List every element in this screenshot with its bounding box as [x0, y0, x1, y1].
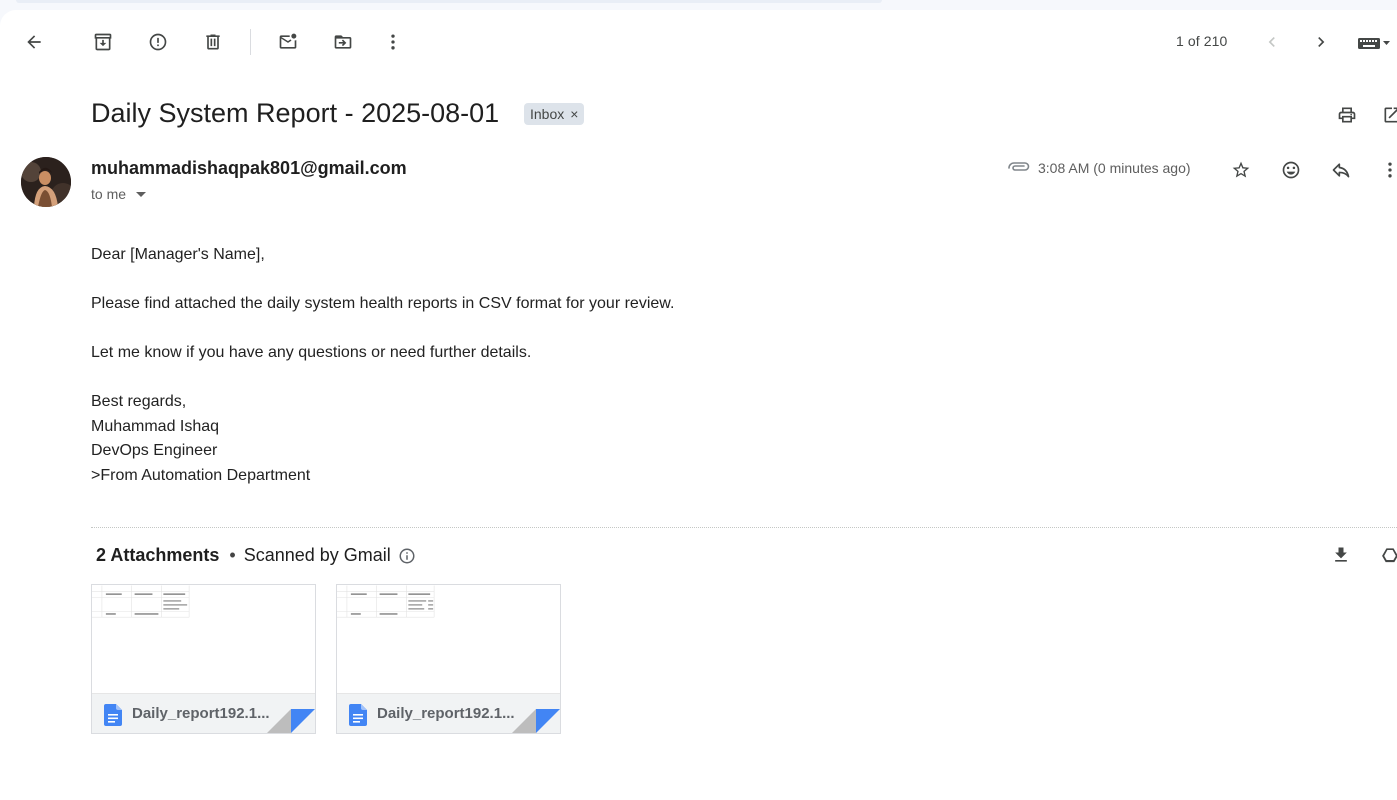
spreadsheet-thumbnail — [337, 585, 560, 693]
spreadsheet-thumbnail — [92, 585, 315, 693]
back-arrow-icon[interactable] — [14, 22, 54, 62]
google-docs-icon — [349, 704, 367, 726]
print-icon[interactable] — [1327, 95, 1367, 135]
search-bar-edge — [16, 0, 882, 3]
email-body: Dear [Manager's Name], Please find attac… — [91, 243, 674, 488]
body-closing: Best regards, — [91, 393, 187, 410]
report-spam-icon[interactable] — [138, 22, 178, 62]
chevron-left-icon[interactable] — [1252, 22, 1292, 62]
reply-icon[interactable] — [1321, 150, 1361, 190]
body-line-2: Let me know if you have any questions or… — [91, 344, 532, 361]
body-line-1: Please find attached the daily system he… — [91, 295, 675, 312]
attachments-count: 2 Attachments — [96, 545, 220, 565]
attachment-card-1[interactable]: Daily_report192.1... — [91, 584, 316, 734]
top-strip — [0, 0, 1397, 10]
chevron-down-icon[interactable] — [136, 192, 147, 197]
body-dept: >From Automation Department — [91, 466, 311, 484]
attachment-filename: Daily_report192.1... — [132, 705, 270, 722]
separator-dot: • — [229, 545, 236, 565]
attachments-divider — [91, 527, 1397, 528]
email-subject: Daily System Report - 2025-08-01 — [91, 98, 500, 128]
body-greeting: Dear [Manager's Name], — [91, 246, 265, 263]
emoji-reaction-icon[interactable] — [1271, 150, 1311, 190]
delete-icon[interactable] — [193, 22, 233, 62]
file-corner-fold — [267, 709, 315, 733]
attachment-filename: Daily_report192.1... — [377, 705, 515, 722]
google-docs-icon — [104, 704, 122, 726]
attachment-card-2[interactable]: Daily_report192.1... — [336, 584, 561, 734]
recipient-summary[interactable]: to me — [91, 186, 147, 202]
to-me-text: to me — [91, 186, 127, 202]
toolbar-separator — [250, 29, 251, 55]
chevron-right-icon[interactable] — [1301, 22, 1341, 62]
more-vert-icon[interactable] — [373, 22, 413, 62]
body-name: Muhammad Ishaq — [91, 417, 220, 435]
move-to-icon[interactable] — [323, 22, 363, 62]
body-title: DevOps Engineer — [91, 442, 218, 459]
info-icon[interactable] — [398, 547, 416, 565]
remove-label-icon[interactable]: × — [570, 106, 578, 122]
sender-avatar[interactable] — [21, 157, 71, 207]
scanned-by-gmail: Scanned by Gmail — [243, 545, 391, 565]
mark-unread-icon[interactable] — [268, 22, 308, 62]
attachment-clip-icon — [1008, 162, 1030, 171]
email-timestamp: 3:08 AM (0 minutes ago) — [1038, 160, 1191, 176]
attachments-header: 2 Attachments • Scanned by Gmail — [96, 545, 416, 566]
inbox-label-chip[interactable]: Inbox × — [524, 103, 585, 125]
star-icon[interactable] — [1221, 150, 1261, 190]
pager-count: 1 of 210 — [1176, 33, 1228, 49]
keyboard-icon[interactable] — [1350, 22, 1397, 62]
sender-email[interactable]: muhammadishaqpak801@gmail.com — [91, 158, 407, 179]
file-corner-fold — [512, 709, 560, 733]
label-text: Inbox — [530, 106, 565, 122]
download-all-icon[interactable] — [1321, 535, 1361, 575]
archive-icon[interactable] — [83, 22, 123, 62]
